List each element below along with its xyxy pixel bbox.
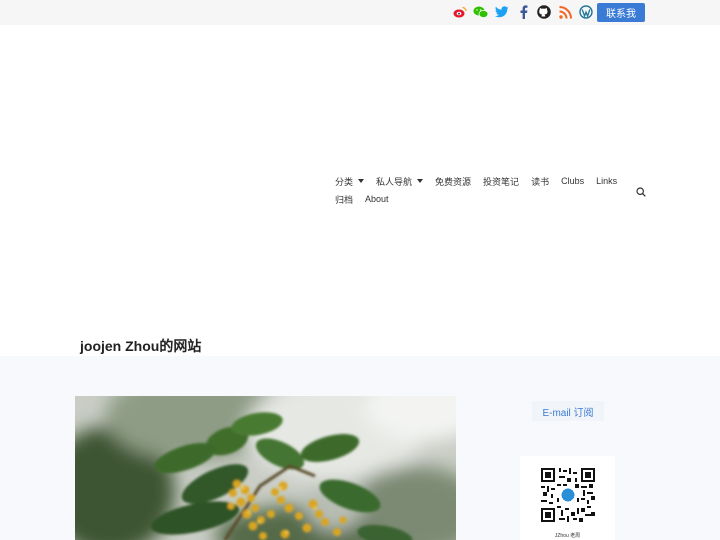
nav-item-clubs[interactable]: Clubs xyxy=(561,176,584,186)
nav-item-investment-notes[interactable]: 投资笔记 xyxy=(483,175,519,188)
twitter-icon[interactable] xyxy=(494,4,510,20)
wechat-icon[interactable] xyxy=(473,4,489,20)
nav-item-private-nav[interactable]: 私人导航 xyxy=(376,175,424,188)
nav-item-archive[interactable]: 归档 xyxy=(335,193,353,206)
nav-row-1: 分类 私人导航 免费资源 投资笔记 读书 Clubs Links xyxy=(335,172,635,190)
qr-card: JZhou 老周 xyxy=(520,456,615,540)
nav-item-links[interactable]: Links xyxy=(596,176,617,186)
main-nav: 分类 私人导航 免费资源 投资笔记 读书 Clubs Links 归档 Abou… xyxy=(335,172,635,208)
search-icon[interactable] xyxy=(636,184,646,197)
featured-image[interactable] xyxy=(75,396,456,540)
wordpress-icon[interactable] xyxy=(578,4,594,20)
github-icon[interactable] xyxy=(536,4,552,20)
nav-item-reading[interactable]: 读书 xyxy=(531,175,549,188)
nav-item-categories[interactable]: 分类 xyxy=(335,175,365,188)
rss-icon[interactable] xyxy=(557,4,573,20)
nav-row-2: 归档 About xyxy=(335,190,635,208)
qr-caption: JZhou 老周 xyxy=(554,533,581,539)
facebook-icon[interactable] xyxy=(515,4,531,20)
caret-down-icon xyxy=(417,179,424,183)
caret-down-icon xyxy=(358,179,365,183)
email-subscribe-button[interactable]: E-mail 订阅 xyxy=(532,401,604,421)
nav-item-about[interactable]: About xyxy=(365,194,389,204)
site-title[interactable]: joojen Zhou的网站 xyxy=(80,336,201,356)
social-links xyxy=(452,4,594,20)
weibo-icon[interactable] xyxy=(452,4,468,20)
nav-item-free-resources[interactable]: 免费资源 xyxy=(435,175,471,188)
contact-button[interactable]: 联系我 xyxy=(597,3,645,22)
qr-code xyxy=(541,468,595,522)
